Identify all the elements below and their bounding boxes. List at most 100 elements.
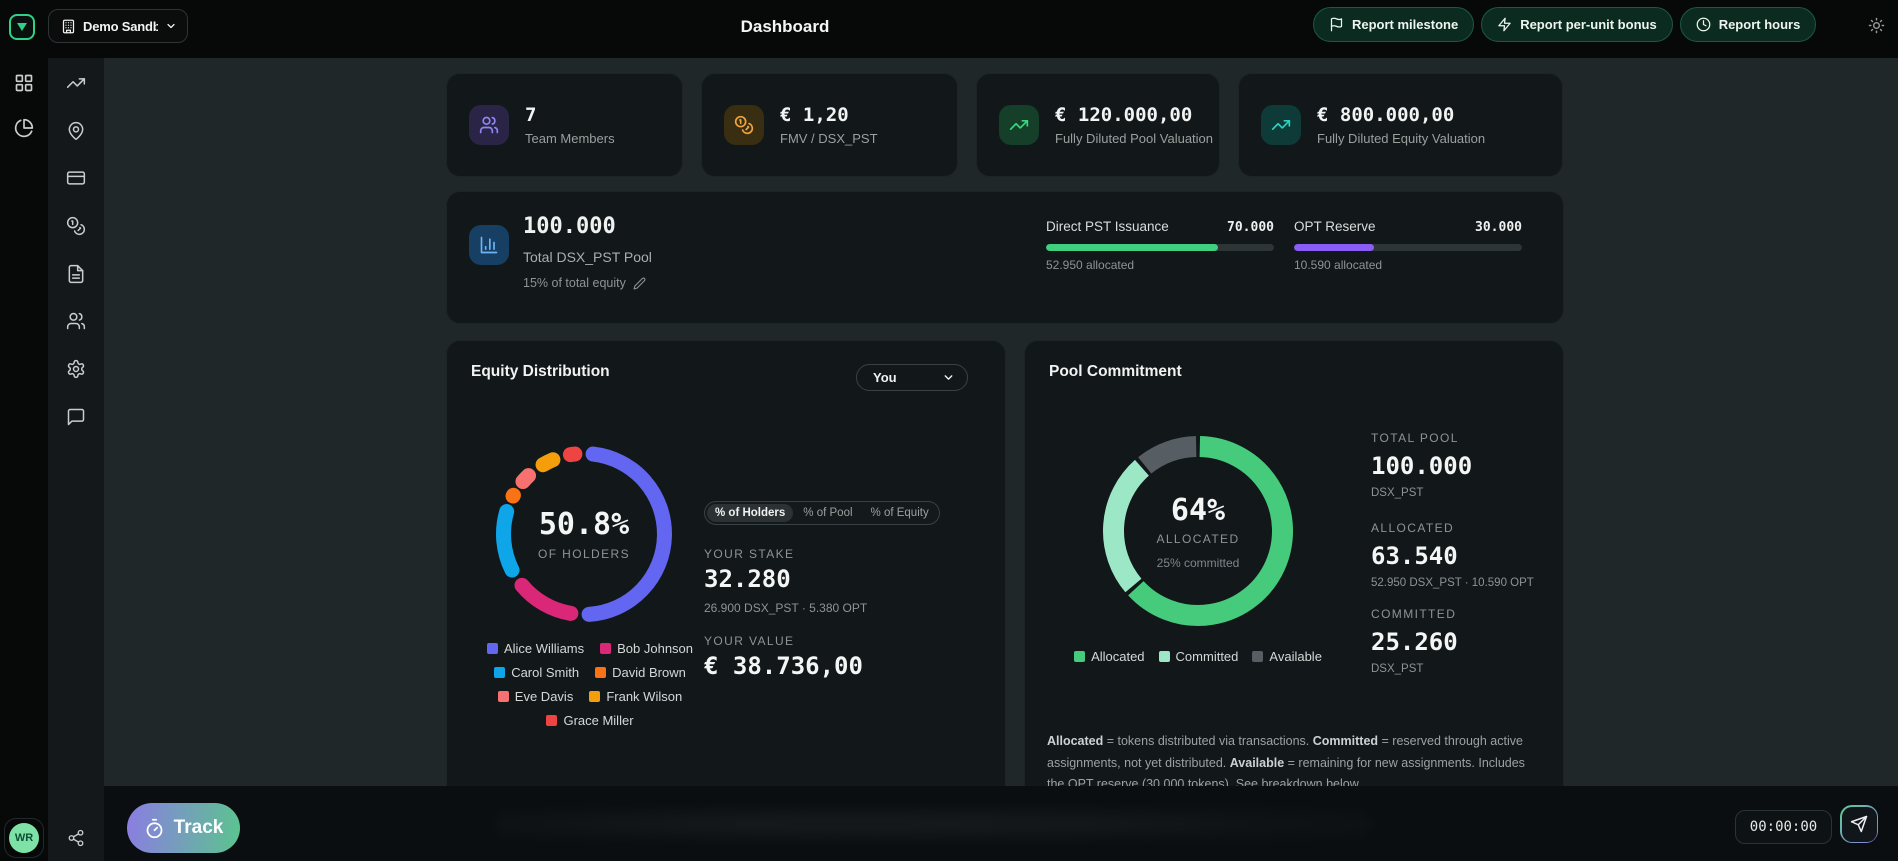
- stat-label: TOTAL POOL: [1371, 431, 1459, 445]
- bar-allocated-text: 10.590 allocated: [1294, 258, 1383, 272]
- legend-item: Available: [1252, 649, 1322, 664]
- equity-donut-chart: [496, 446, 672, 622]
- bar-label: Direct PST Issuance: [1046, 219, 1169, 234]
- stat-value: 25.260: [1371, 628, 1458, 656]
- report-per-unit-bonus-button[interactable]: Report per-unit bonus: [1481, 7, 1673, 42]
- progress-track: [1046, 244, 1274, 251]
- stat-value: 100.000: [1371, 452, 1473, 480]
- sidebar-item-team[interactable]: [56, 301, 96, 341]
- org-switcher-button[interactable]: Demo Sandbo...: [48, 9, 188, 43]
- legend-item: Carol Smith: [494, 665, 579, 680]
- sidebar-item-performance[interactable]: [56, 63, 96, 103]
- button-label: Report hours: [1718, 17, 1801, 32]
- building-icon: [61, 19, 76, 34]
- legend-item: Alice Williams: [486, 641, 584, 656]
- sidebar-item-feedback[interactable]: [56, 397, 96, 437]
- stat-label: FMV / DSX_PST: [780, 131, 878, 146]
- total-pool-stat: TOTAL POOL 100.000 DSX_PST: [1371, 431, 1472, 499]
- pie-chart-icon: [14, 118, 34, 138]
- legend-item: Grace Miller: [546, 713, 634, 728]
- legend-swatch: [1158, 651, 1170, 662]
- tab--of-equity[interactable]: % of Equity: [863, 504, 937, 522]
- stat-value: 63.540: [1371, 542, 1458, 570]
- sidebar-item-settings[interactable]: [56, 349, 96, 389]
- stat-value: € 800.000,00: [1317, 104, 1455, 126]
- your-stake-subtext: 26.900 DSX_PST · 5.380 OPT: [704, 601, 868, 615]
- flag-icon: [1329, 17, 1344, 32]
- your-value-label: YOUR VALUE: [704, 634, 795, 648]
- theme-toggle-sun-icon[interactable]: [1866, 15, 1887, 36]
- footer-bar: Track 00:00:00: [104, 786, 1898, 861]
- sidebar-item-equity[interactable]: [4, 108, 44, 148]
- stat-value: 7: [525, 104, 537, 126]
- coins-icon: [724, 105, 764, 145]
- stat-subtext: 52.950 DSX_PST · 10.590 OPT: [1371, 577, 1534, 589]
- trending-up-icon: [1261, 105, 1301, 145]
- send-button[interactable]: [1840, 805, 1878, 843]
- legend-item: Bob Johnson: [600, 641, 693, 656]
- user-avatar[interactable]: WR: [9, 823, 39, 853]
- credit-card-icon: [66, 168, 86, 188]
- bar-chart-icon: [469, 225, 509, 265]
- equity-percent-text: 15% of total equity: [523, 276, 626, 290]
- chevron-down-icon: [165, 20, 177, 32]
- bar-allocated-text: 52.950 allocated: [1046, 258, 1135, 272]
- sidebar-item-tokens[interactable]: [56, 206, 96, 246]
- bar-value: 70.000: [1227, 220, 1274, 235]
- legend-swatch: [486, 643, 498, 654]
- timer-display: 00:00:00: [1735, 810, 1832, 844]
- settings-gear-icon: [66, 359, 86, 379]
- opt-reserve-bar: OPT Reserve 30.000 10.590 allocated: [1294, 219, 1522, 272]
- legend-swatch: [600, 643, 612, 654]
- equity-legend: Alice Williams Bob Johnson Carol Smith Davi…: [455, 641, 725, 728]
- stat-card-fmv: € 1,20 FMV / DSX_PST: [701, 73, 958, 177]
- footer-blur-decoration: [494, 798, 1374, 850]
- track-button[interactable]: Track: [127, 803, 240, 853]
- users-icon: [66, 311, 86, 331]
- holder-filter-select[interactable]: You: [856, 364, 968, 391]
- edit-pencil-icon[interactable]: [633, 277, 646, 290]
- legend-swatch: [1252, 651, 1264, 662]
- org-name: Demo Sandbo...: [83, 18, 158, 34]
- card-title: Pool Commitment: [1049, 363, 1182, 380]
- pool-legend: Allocated Committed Available: [1053, 649, 1343, 664]
- pool-footnote: Allocated = tokens distributed via trans…: [1047, 734, 1525, 786]
- stat-label: ALLOCATED: [1371, 521, 1455, 535]
- sidebar-item-documents[interactable]: [56, 254, 96, 294]
- stat-card-team-members: 7 Team Members: [446, 73, 683, 177]
- legend-item: Eve Davis: [497, 689, 573, 704]
- your-stake-label: YOUR STAKE: [704, 547, 795, 561]
- legend-item: David Brown: [595, 665, 686, 680]
- topbar-actions: Report milestone Report per-unit bonus R…: [1313, 7, 1817, 42]
- button-label: Report per-unit bonus: [1520, 17, 1657, 32]
- stopwatch-icon: [144, 818, 165, 839]
- tab--of-pool[interactable]: % of Pool: [795, 504, 860, 522]
- app-logo: [9, 14, 35, 40]
- sidebar-item-milestones[interactable]: [56, 111, 96, 151]
- button-label: Report milestone: [1352, 17, 1459, 32]
- stat-label: Fully Diluted Pool Valuation: [1055, 131, 1214, 146]
- legend-swatch: [589, 691, 601, 702]
- report-milestone-button[interactable]: Report milestone: [1313, 7, 1475, 42]
- bar-value: 30.000: [1475, 220, 1522, 235]
- page-title: Dashboard: [740, 17, 830, 36]
- your-stake-value: 32.280: [704, 565, 791, 593]
- sidebar-item-dashboard[interactable]: [4, 63, 44, 103]
- chat-icon: [66, 407, 86, 427]
- stat-card-equity-valuation: € 800.000,00 Fully Diluted Equity Valuat…: [1238, 73, 1563, 177]
- stat-card-pool-valuation: € 120.000,00 Fully Diluted Pool Valuatio…: [976, 73, 1220, 177]
- chevron-down-icon: [942, 371, 955, 384]
- trending-up-icon: [66, 73, 86, 93]
- pool-commitment-card: Pool Commitment 64% ALLOCATED 25% commit…: [1024, 340, 1564, 786]
- legend-swatch: [497, 691, 509, 702]
- report-hours-button[interactable]: Report hours: [1679, 7, 1817, 42]
- issuance-bars: Direct PST Issuance 70.000 52.950 alloca…: [1046, 219, 1522, 272]
- stat-label: COMMITTED: [1371, 607, 1457, 621]
- document-icon: [66, 264, 86, 284]
- sidebar-item-payments[interactable]: [56, 158, 96, 198]
- equity-distribution-card: Equity Distribution You 50.8% OF HOLDERS…: [446, 340, 1006, 786]
- equity-metric-tabs: % of Holders% of Pool% of Equity: [704, 501, 940, 525]
- share-button[interactable]: [56, 818, 96, 858]
- tab--of-holders[interactable]: % of Holders: [707, 504, 794, 522]
- progress-track: [1294, 244, 1522, 251]
